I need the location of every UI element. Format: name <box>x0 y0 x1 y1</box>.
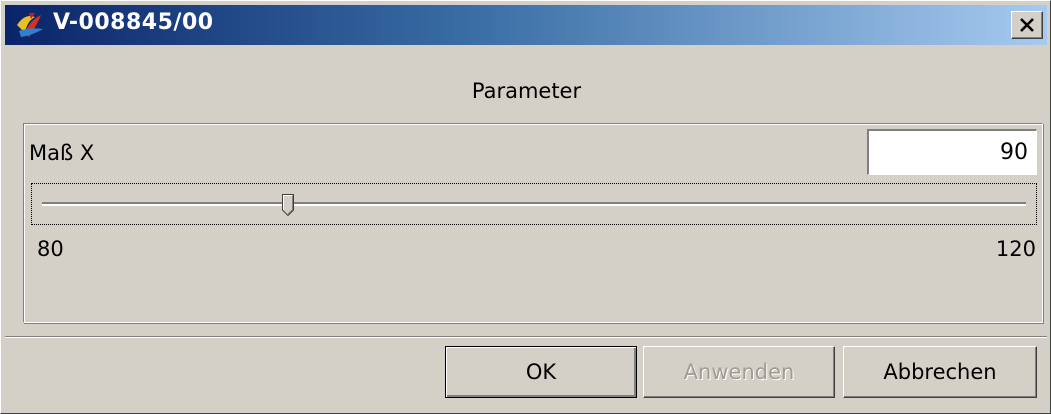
group-title: Parameter <box>471 79 582 103</box>
parameter-value-input[interactable] <box>867 129 1037 175</box>
window-title: V-008845/00 <box>53 10 214 35</box>
close-icon <box>1020 18 1034 32</box>
parameter-label: Maß X <box>29 141 95 165</box>
title-bar[interactable]: V-008845/00 <box>5 5 1047 45</box>
button-separator <box>5 336 1047 338</box>
ok-button[interactable]: OK <box>445 346 637 398</box>
slider-min-label: 80 <box>37 237 64 261</box>
app-logo-icon <box>15 11 47 39</box>
slider-max-label: 120 <box>995 237 1036 261</box>
close-button[interactable] <box>1011 11 1043 39</box>
parameter-slider[interactable] <box>31 183 1037 225</box>
dialog-window: V-008845/00 Parameter Maß X 80 120 OK An… <box>0 0 1051 414</box>
cancel-button[interactable]: Abbrechen <box>843 346 1037 398</box>
apply-button[interactable]: Anwenden <box>643 346 835 398</box>
slider-thumb[interactable] <box>282 194 294 217</box>
slider-track[interactable] <box>42 202 1026 206</box>
